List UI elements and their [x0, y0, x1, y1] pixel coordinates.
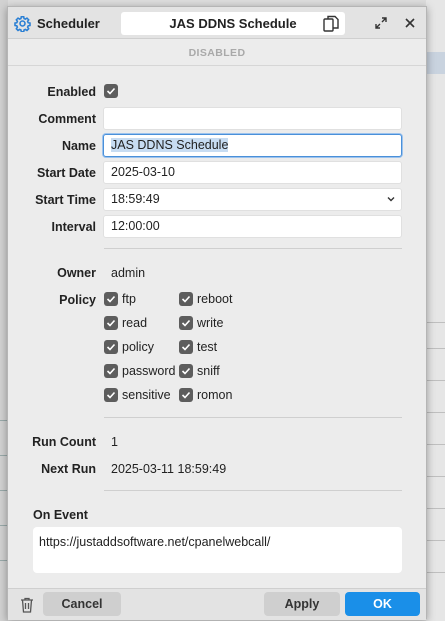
- dialog-footer: Cancel Apply OK: [8, 588, 426, 620]
- policy-checkbox-policy[interactable]: [104, 340, 118, 354]
- policy-checkbox-write[interactable]: [179, 316, 193, 330]
- enabled-label: Enabled: [47, 85, 96, 99]
- check-icon: [106, 295, 116, 303]
- name-field[interactable]: JAS DDNS Schedule: [103, 134, 402, 157]
- check-icon: [106, 87, 116, 95]
- apply-button[interactable]: Apply: [264, 592, 340, 616]
- background-divider: [426, 348, 445, 349]
- check-icon: [106, 319, 116, 327]
- owner-label: Owner: [57, 266, 96, 280]
- run-count-value: 1: [111, 435, 118, 449]
- title-bar[interactable]: Scheduler JAS DDNS Schedule: [8, 7, 426, 39]
- policy-checkbox-romon[interactable]: [179, 388, 193, 402]
- comment-label: Comment: [38, 112, 96, 126]
- status-indicator: DISABLED: [8, 40, 426, 66]
- ok-button[interactable]: OK: [345, 592, 420, 616]
- on-event-script-line: https://justaddsoftware.net/cpanelwebcal…: [39, 535, 271, 549]
- check-icon: [106, 391, 116, 399]
- enabled-checkbox[interactable]: [104, 84, 118, 98]
- start-time-label: Start Time: [35, 193, 96, 207]
- divider: [104, 417, 402, 418]
- on-event-script-editor[interactable]: https://justaddsoftware.net/cpanelwebcal…: [33, 527, 402, 573]
- next-run-label: Next Run: [41, 462, 96, 476]
- policy-checkbox-sensitive[interactable]: [104, 388, 118, 402]
- background-selected-row: [426, 52, 445, 74]
- policy-label-ftp: ftp: [122, 292, 136, 306]
- start-date-field[interactable]: 2025-03-10: [103, 161, 402, 184]
- background-divider: [426, 476, 445, 477]
- start-date-label: Start Date: [36, 166, 96, 180]
- policy-label-sensitive: sensitive: [122, 388, 171, 402]
- on-event-label: On Event: [33, 508, 88, 522]
- interval-field[interactable]: 12:00:00: [103, 215, 402, 238]
- policy-checkbox-password[interactable]: [104, 364, 118, 378]
- divider: [104, 248, 402, 249]
- window-title: JAS DDNS Schedule: [121, 12, 345, 35]
- trash-icon[interactable]: [20, 597, 34, 613]
- check-icon: [181, 343, 191, 351]
- app-name: Scheduler: [37, 16, 100, 31]
- check-icon: [181, 391, 191, 399]
- check-icon: [181, 319, 191, 327]
- policy-checkbox-reboot[interactable]: [179, 292, 193, 306]
- background-divider: [426, 572, 445, 573]
- gear-icon: [14, 15, 31, 32]
- policy-label-reboot: reboot: [197, 292, 233, 306]
- run-count-label: Run Count: [32, 435, 96, 449]
- divider: [104, 490, 402, 491]
- owner-value: admin: [111, 266, 146, 280]
- start-time-select[interactable]: 18:59:49: [103, 188, 402, 211]
- interval-label: Interval: [51, 220, 96, 234]
- start-time-value: 18:59:49: [111, 192, 160, 206]
- policy-label-read: read: [122, 316, 148, 330]
- check-icon: [106, 343, 116, 351]
- background-divider: [426, 380, 445, 381]
- expand-icon[interactable]: [375, 17, 387, 29]
- background-right-strip: [426, 0, 445, 621]
- background-divider: [426, 540, 445, 541]
- policy-checkbox-sniff[interactable]: [179, 364, 193, 378]
- name-field-value: JAS DDNS Schedule: [111, 138, 229, 152]
- policy-checkbox-ftp[interactable]: [104, 292, 118, 306]
- background-divider: [426, 412, 445, 413]
- scheduler-dialog: Scheduler JAS DDNS Schedule DISABLED Ena…: [7, 6, 427, 620]
- policy-label-password: password: [122, 364, 176, 378]
- check-icon: [106, 367, 116, 375]
- background-divider: [426, 444, 445, 445]
- policy-label-write: write: [197, 316, 224, 330]
- policy-checkbox-read[interactable]: [104, 316, 118, 330]
- policy-label-sniff: sniff: [197, 364, 220, 378]
- copy-icon[interactable]: [323, 15, 339, 32]
- policy-label-romon: romon: [197, 388, 233, 402]
- close-icon[interactable]: [404, 17, 416, 29]
- comment-field[interactable]: [103, 107, 402, 130]
- policy-label-test: test: [197, 340, 218, 354]
- check-icon: [181, 295, 191, 303]
- chevron-down-icon: [387, 197, 395, 202]
- name-label: Name: [61, 139, 96, 153]
- policy-label-policy: policy: [122, 340, 154, 354]
- background-divider: [426, 322, 445, 323]
- background-divider: [426, 508, 445, 509]
- cancel-button[interactable]: Cancel: [43, 592, 121, 616]
- policy-checkbox-test[interactable]: [179, 340, 193, 354]
- policy-label: Policy: [59, 293, 96, 307]
- check-icon: [181, 367, 191, 375]
- next-run-value: 2025-03-11 18:59:49: [111, 462, 227, 476]
